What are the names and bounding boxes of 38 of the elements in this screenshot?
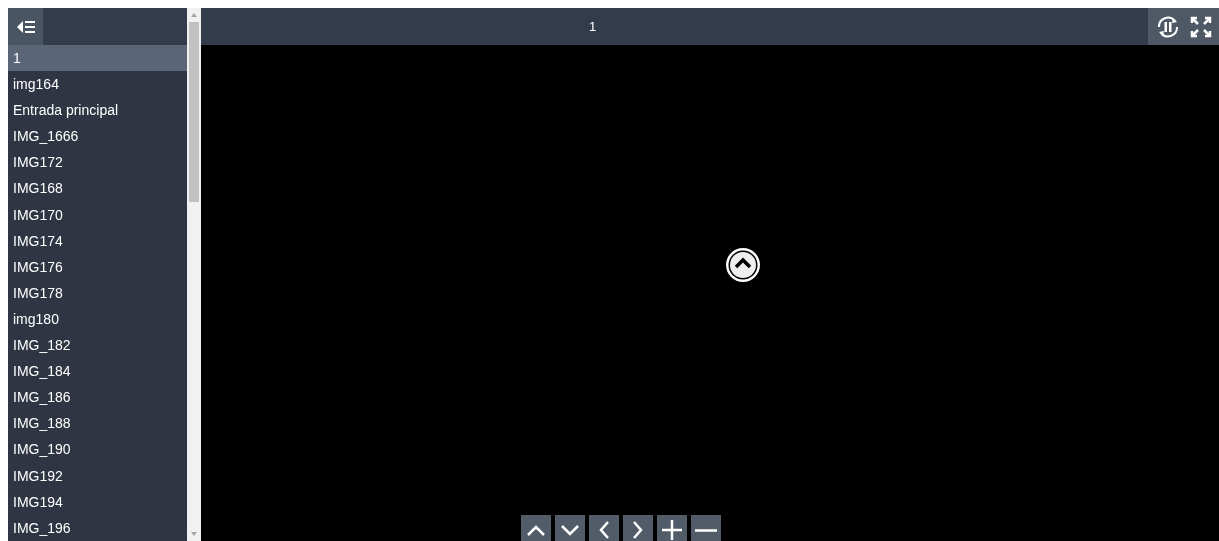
down-chevron-icon (561, 524, 579, 536)
up-chevron-icon (527, 524, 545, 536)
down-button[interactable] (555, 515, 585, 541)
sidebar-item[interactable]: IMG194 (8, 488, 187, 515)
sidebar-item[interactable]: IMG_1666 (8, 123, 187, 150)
menu-collapse-icon (16, 18, 35, 35)
sidebar-item[interactable]: img164 (8, 71, 187, 98)
sidebar-item[interactable]: IMG_186 (8, 384, 187, 411)
left-button[interactable] (589, 515, 619, 541)
sidebar-item[interactable]: IMG_188 (8, 410, 187, 437)
right-button[interactable] (623, 515, 653, 541)
sidebar-item[interactable]: IMG178 (8, 279, 187, 306)
zoom-out-button[interactable] (691, 515, 721, 541)
scrollbar-track[interactable] (187, 8, 201, 541)
sidebar-item[interactable]: IMG168 (8, 175, 187, 202)
sidebar-item[interactable]: IMG_182 (8, 332, 187, 359)
sidebar-item[interactable]: IMG172 (8, 149, 187, 176)
up-button[interactable] (521, 515, 551, 541)
right-chevron-icon (632, 521, 644, 539)
sidebar-item[interactable]: Entrada principal (8, 97, 187, 124)
sidebar-toggle-button[interactable] (8, 8, 43, 45)
sidebar-item[interactable]: img180 (8, 305, 187, 333)
sidebar-item[interactable]: IMG192 (8, 462, 187, 489)
fullscreen-icon[interactable] (1188, 14, 1213, 39)
plus-icon (662, 520, 682, 540)
minus-icon (695, 528, 717, 532)
viewer-title: 1 (589, 19, 597, 34)
sidebar-item[interactable]: IMG_190 (8, 436, 187, 463)
sidebar-item[interactable]: IMG_196 (8, 514, 187, 541)
left-chevron-icon (598, 521, 610, 539)
sidebar-item[interactable]: IMG170 (8, 201, 187, 228)
sidebar-item[interactable]: IMG174 (8, 227, 187, 254)
sidebar-item[interactable]: IMG176 (8, 253, 187, 280)
sidebar-item[interactable]: 1 (8, 45, 187, 72)
sidebar-item[interactable]: IMG_184 (8, 358, 187, 385)
zoom-in-button[interactable] (657, 515, 687, 541)
hotspot-icon[interactable] (725, 247, 761, 283)
scrollbar-thumb[interactable] (189, 22, 199, 202)
